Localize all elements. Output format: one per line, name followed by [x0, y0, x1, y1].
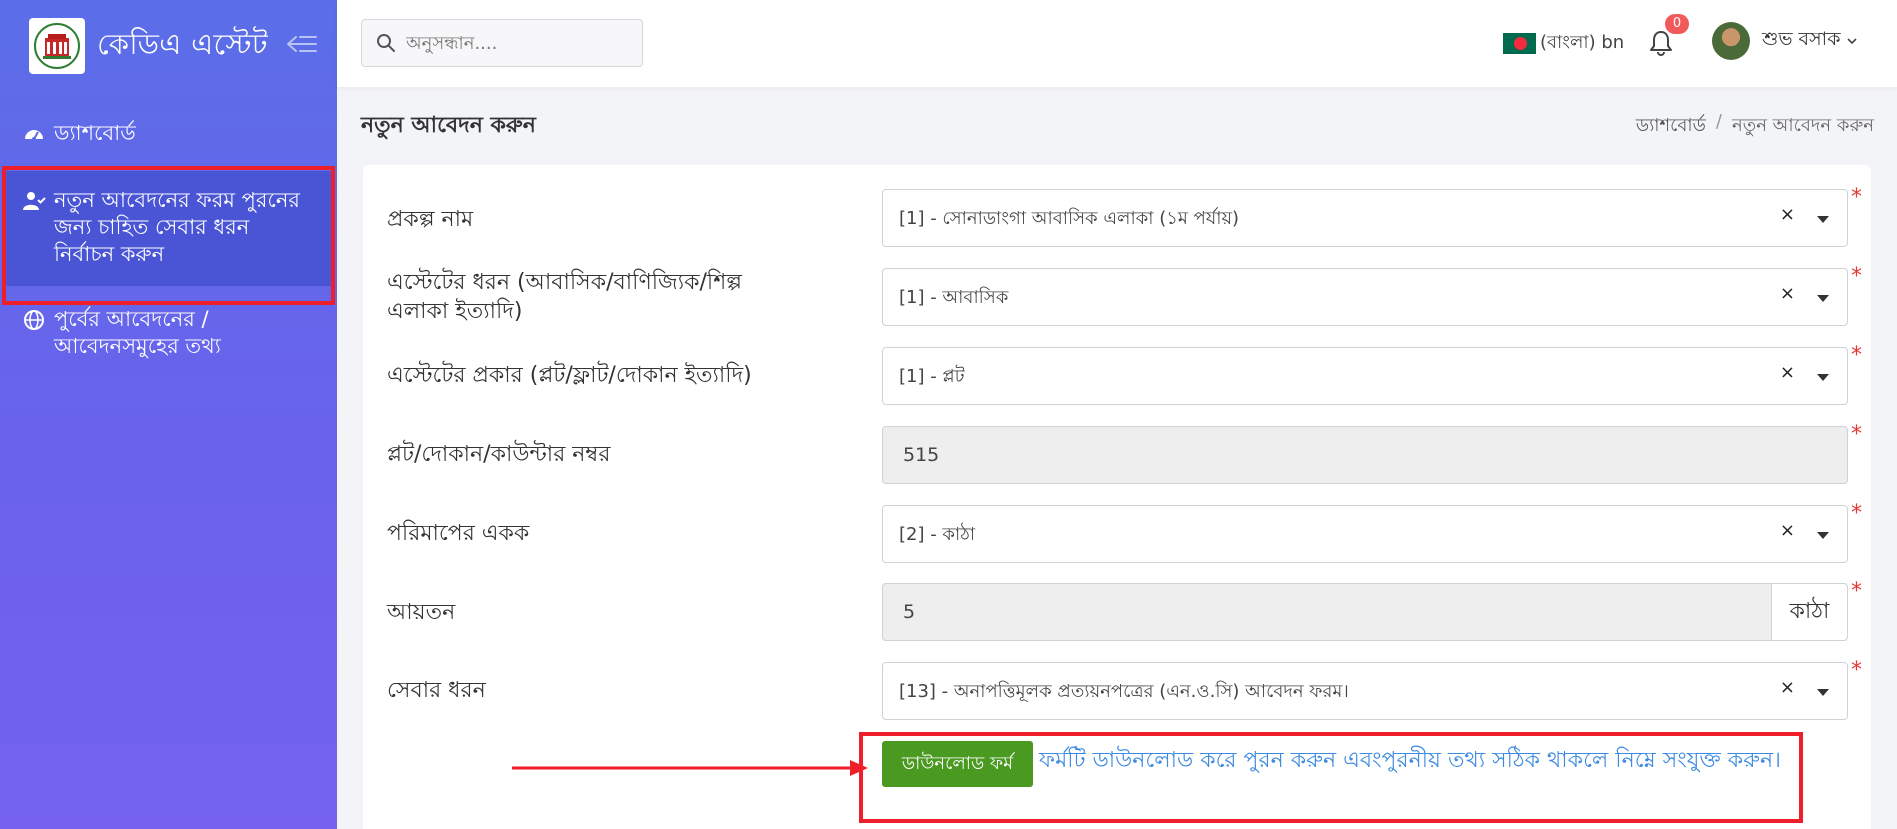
- field-label: পরিমাপের একক: [387, 521, 530, 546]
- required-mark: *: [1851, 658, 1862, 683]
- clear-icon[interactable]: ×: [1780, 677, 1795, 698]
- brand[interactable]: কেডিএ এস্টেট: [29, 18, 268, 74]
- page-title: নতুন আবেদন করুন: [361, 113, 536, 138]
- field-label: এস্টেটের ধরন (আবাসিক/বাণিজ্যিক/শিল্প এলা…: [387, 270, 742, 324]
- select-value: [1] - আবাসিক: [899, 287, 1009, 308]
- field-label: প্লট/দোকান/কাউন্টার নম্বর: [387, 442, 611, 467]
- sidebar-item-new-application[interactable]: নতুন আবেদনের ফরম পুরনের জন্য চাহিত সেবার…: [4, 171, 333, 286]
- service-type-select[interactable]: [13] - অনাপত্তিমূলক প্রত্যয়নপত্রের (এন.…: [882, 662, 1848, 720]
- select-value: [1] - সোনাডাংগা আবাসিক এলাকা (১ম পর্যায়…: [899, 208, 1240, 229]
- breadcrumb-separator: /: [1715, 111, 1722, 132]
- chevron-down-icon[interactable]: [1817, 216, 1829, 223]
- language-label: (বাংলা) bn: [1540, 32, 1625, 53]
- search-icon: [377, 34, 395, 52]
- sidebar-item-dashboard[interactable]: ড্যাশবোর্ড: [0, 110, 337, 157]
- project-select[interactable]: [1] - সোনাডাংগা আবাসিক এলাকা (১ম পর্যায়…: [882, 189, 1848, 247]
- clear-icon[interactable]: ×: [1780, 520, 1795, 541]
- dashboard-icon: [25, 130, 43, 141]
- select-value: [13] - অনাপত্তিমূলক প্রত্যয়নপত্রের (এন.…: [899, 681, 1349, 702]
- required-mark: *: [1851, 579, 1862, 604]
- sidebar: কেডিএ এস্টেট ড্যাশবোর্ড নতুন আবেদনের ফরম…: [0, 0, 337, 829]
- kda-emblem-icon: [29, 18, 85, 74]
- clear-icon[interactable]: ×: [1780, 362, 1795, 383]
- sidebar-nav: ড্যাশবোর্ড নতুন আবেদনের ফরম পুরনের জন্য …: [0, 110, 337, 370]
- download-form-button[interactable]: ডাউনলোড ফর্ম: [882, 741, 1033, 787]
- field-label: এস্টেটের প্রকার (প্লট/ফ্লাট/দোকান ইত্যাদ…: [387, 363, 752, 388]
- required-mark: *: [1851, 343, 1862, 368]
- user-check-icon: [23, 192, 46, 210]
- breadcrumb: ড্যাশবোর্ড / নতুন আবেদন করুন: [1636, 111, 1874, 142]
- notification-badge: 0: [1665, 14, 1689, 34]
- unit-select[interactable]: [2] - কাঠা ×: [882, 505, 1848, 563]
- field-label: আয়তন: [387, 600, 456, 625]
- estate-kind-select[interactable]: [1] - প্লট ×: [882, 347, 1848, 405]
- sidebar-item-previous-applications[interactable]: পুর্বের আবেদনের / আবেদনসমুহের তথ্য: [0, 296, 337, 370]
- avatar: [1712, 22, 1750, 60]
- user-name: শুভ বসাক: [1762, 28, 1841, 50]
- input-value: 515: [903, 444, 940, 466]
- form-card: প্রকল্প নাম [1] - সোনাডাংগা আবাসিক এলাকা…: [363, 165, 1871, 829]
- required-mark: *: [1851, 501, 1862, 526]
- field-label: প্রকল্প নাম: [387, 207, 474, 232]
- required-mark: *: [1851, 422, 1862, 447]
- required-mark: *: [1851, 185, 1862, 210]
- chevron-down-icon[interactable]: [1817, 532, 1829, 539]
- brand-name: কেডিএ এস্টেট: [97, 26, 268, 61]
- area-input[interactable]: 5 কাঠা: [882, 583, 1848, 641]
- user-menu[interactable]: শুভ বসাক: [1712, 22, 1858, 60]
- input-value: 5: [903, 601, 916, 623]
- bell-icon[interactable]: [1649, 30, 1673, 56]
- language-selector[interactable]: (বাংলা) bn: [1503, 28, 1624, 59]
- menu-collapse-icon[interactable]: [286, 30, 318, 58]
- required-mark: *: [1851, 264, 1862, 289]
- field-label: সেবার ধরন: [387, 678, 486, 703]
- search-input[interactable]: [406, 32, 626, 54]
- chevron-down-icon[interactable]: [1817, 689, 1829, 696]
- bangladesh-flag-icon: [1503, 33, 1536, 54]
- sidebar-item-label: ড্যাশবোর্ড: [54, 121, 136, 145]
- globe-icon: [24, 310, 44, 330]
- clear-icon[interactable]: ×: [1780, 204, 1795, 225]
- plot-number-input[interactable]: 515: [882, 426, 1848, 484]
- select-value: [2] - কাঠা: [899, 524, 976, 545]
- chevron-down-icon[interactable]: [1817, 374, 1829, 381]
- clear-icon[interactable]: ×: [1780, 283, 1795, 304]
- sidebar-item-label: পুর্বের আবেদনের / আবেদনসমুহের তথ্য: [54, 307, 221, 358]
- topbar: (বাংলা) bn 0 শুভ বসাক: [337, 0, 1897, 87]
- sidebar-item-label: নতুন আবেদনের ফরম পুরনের জন্য চাহিত সেবার…: [54, 188, 300, 266]
- search-box[interactable]: [361, 19, 643, 67]
- breadcrumb-home[interactable]: ড্যাশবোর্ড: [1636, 111, 1706, 142]
- chevron-down-icon[interactable]: [1817, 295, 1829, 302]
- red-arrow-icon: [512, 760, 868, 776]
- estate-type-select[interactable]: [1] - আবাসিক ×: [882, 268, 1848, 326]
- area-unit-addon: কাঠা: [1771, 584, 1847, 640]
- select-value: [1] - প্লট: [899, 366, 965, 387]
- chevron-down-icon: [1847, 38, 1858, 45]
- breadcrumb-current: নতুন আবেদন করুন: [1731, 115, 1874, 136]
